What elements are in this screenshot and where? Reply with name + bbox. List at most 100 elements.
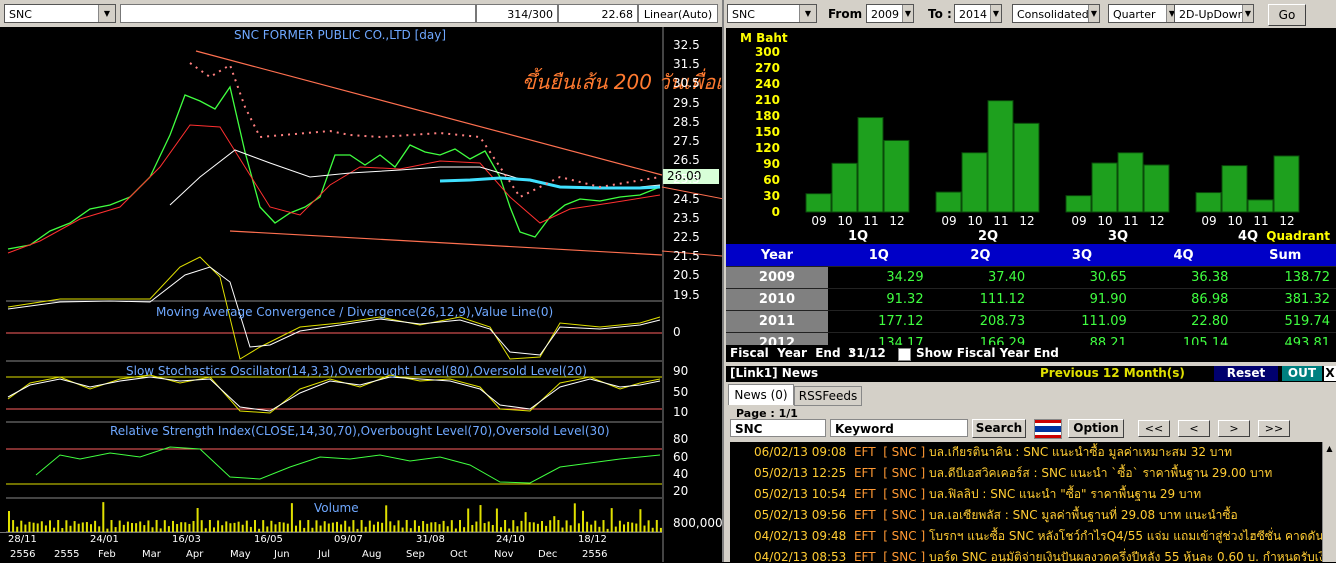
out-button[interactable]: OUT [1282, 366, 1322, 381]
volume-bar [143, 525, 146, 532]
news-headline: บล.เกียรตินาคิน : SNC แนะนำซื้อ มูลค่าเห… [928, 445, 1233, 459]
scroll-up-icon[interactable]: ▲ [1325, 444, 1334, 455]
chart-type-value: 2D-UpDown [1179, 8, 1245, 21]
cell-value: 91.32 [828, 288, 930, 311]
x-tick-label: 09 [941, 214, 956, 228]
to-year-value: 2014 [959, 8, 987, 21]
volume-bar [323, 521, 326, 532]
x-tick-label: 09 [1201, 214, 1216, 228]
chevron-down-icon[interactable]: ▼ [1242, 5, 1253, 22]
bar-2Q-12 [1013, 122, 1040, 213]
bar-2Q-09 [935, 191, 962, 213]
search-button[interactable]: Search [972, 419, 1026, 438]
list-item[interactable]: 05/02/13 12:25 EFT [ SNC ] บล.ดีบีเอสวิค… [730, 463, 1322, 484]
stoch-label: Slow Stochastics Oscillator(14,3,3),Over… [126, 364, 587, 378]
show-fiscal-checkbox[interactable] [898, 348, 911, 361]
tab-rssfeeds[interactable]: RSSFeeds [794, 386, 862, 406]
volume-bar [245, 520, 248, 532]
reset-button[interactable]: Reset [1214, 366, 1278, 381]
volume-bar [225, 521, 228, 532]
chart-type-combo[interactable]: 2D-UpDown ▼ [1174, 4, 1254, 23]
chevron-down-icon[interactable]: ▼ [990, 5, 1001, 22]
fund-symbol-combo[interactable]: SNC ▼ [727, 4, 817, 23]
x-tick-label: 09 [811, 214, 826, 228]
volume-bar [524, 512, 527, 532]
tab-news[interactable]: News (0) [728, 384, 794, 405]
volume-bar [495, 508, 498, 532]
date-tick: 24/01 [90, 534, 119, 545]
support-trendline [229, 230, 663, 256]
volume-bar [163, 520, 166, 532]
x-tick-label: 10 [967, 214, 982, 228]
option-button[interactable]: Option [1068, 419, 1124, 438]
cell-year: 2009 [726, 266, 828, 289]
price-chart-svg[interactable] [0, 27, 722, 562]
chevron-down-icon[interactable]: ▼ [902, 5, 913, 22]
volume-bar [110, 520, 113, 532]
volume-bar [217, 520, 220, 532]
symbol-combo[interactable]: SNC ▼ [4, 4, 116, 23]
chart-xlabel: Quadrant [1266, 229, 1330, 243]
chevron-down-icon[interactable]: ▼ [98, 5, 115, 22]
month-tick: Nov [494, 549, 514, 560]
period-combo[interactable]: Quarter ▼ [1108, 4, 1178, 23]
fiscal-row: Fiscal Year End : 31/12 Show Fiscal Year… [726, 345, 1336, 362]
news-title: [Link1] News [730, 366, 819, 380]
date-tick: 31/08 [416, 534, 445, 545]
volume-bar [483, 523, 486, 532]
volume-bar [85, 522, 88, 532]
statement-combo[interactable]: Consolidated ▼ [1012, 4, 1100, 23]
volume-bar [172, 520, 174, 532]
list-item[interactable]: 05/02/13 10:54 EFT [ SNC ] บล.ฟิลลิป : S… [730, 484, 1322, 505]
cell-value: 34.29 [828, 266, 930, 289]
volume-bar [331, 522, 334, 532]
list-item[interactable]: 05/02/13 09:56 EFT [ SNC ] บล.เอเซียพลัส… [730, 505, 1322, 526]
last-page-button[interactable]: >> [1258, 420, 1290, 437]
volume-bar [180, 522, 183, 532]
chevron-down-icon[interactable]: ▼ [1088, 5, 1099, 22]
group-label: 3Q [1108, 229, 1128, 244]
rsi-axis-40: 40 [673, 467, 689, 481]
volume-bar [286, 523, 289, 532]
volume-bar [430, 522, 433, 532]
list-item[interactable]: 04/02/13 09:48 EFT [ SNC ] โบรกฯ แนะซื้อ… [730, 526, 1322, 547]
volume-bar [102, 502, 105, 532]
scale-mode-field[interactable]: Linear(Auto) [638, 4, 718, 23]
first-page-button[interactable]: << [1138, 420, 1170, 437]
show-fiscal-label: Show Fiscal Year End [916, 346, 1059, 360]
volume-bar [147, 520, 150, 532]
news-source: EFT [853, 550, 876, 562]
close-icon[interactable]: X [1324, 366, 1336, 381]
news-scrollbar[interactable]: ▲ [1322, 442, 1336, 562]
col-header-sum: Sum [1234, 244, 1336, 267]
prev-page-button[interactable]: < [1178, 420, 1210, 437]
go-button[interactable]: Go [1268, 4, 1306, 26]
thai-flag-icon[interactable] [1034, 419, 1062, 439]
volume-bar [381, 522, 384, 532]
month-tick: Feb [98, 549, 116, 560]
next-page-button[interactable]: > [1218, 420, 1250, 437]
news-symbol-input[interactable]: SNC [730, 419, 826, 437]
chevron-down-icon[interactable]: ▼ [799, 5, 816, 22]
date-tick: 16/05 [254, 534, 283, 545]
volume-bar [49, 520, 51, 532]
list-item[interactable]: 06/02/13 09:08 EFT [ SNC ] บล.เกียรตินาค… [730, 442, 1322, 463]
to-year-combo[interactable]: 2014 ▼ [954, 4, 1002, 23]
to-label: To : [928, 7, 952, 21]
volume-bar [553, 516, 556, 532]
from-year-combo[interactable]: 2009 ▼ [866, 4, 914, 23]
cell-value: 111.12 [929, 288, 1032, 311]
col-header-year: Year [726, 244, 828, 267]
rsi-axis-80: 80 [673, 432, 689, 446]
keyword-input[interactable]: Keyword [830, 419, 968, 437]
volume-bar [24, 524, 27, 532]
price-axis-tick: 28.5 [673, 114, 700, 129]
news-datetime: 04/02/13 08:53 [754, 550, 847, 562]
cell-value: 30.65 [1031, 266, 1133, 289]
list-item[interactable]: 04/02/13 08:53 EFT [ SNC ] บอร์ด SNC อนุ… [730, 547, 1322, 562]
news-headline: บล.ดีบีเอสวิคเคอร์ส : SNC แนะนำ `ซื้อ` ร… [928, 466, 1273, 480]
news-header: [Link1] News Previous 12 Month(s) Reset … [726, 366, 1336, 382]
cell-sum: 138.72 [1234, 266, 1336, 289]
volume-bar [208, 520, 211, 532]
price-field: 22.68 [558, 4, 638, 23]
